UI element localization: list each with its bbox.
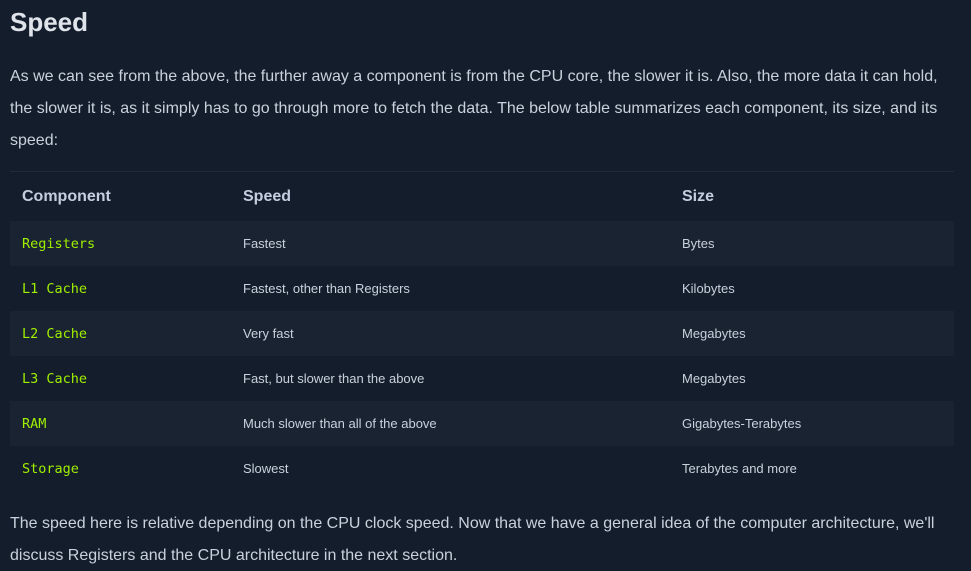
column-header-speed: Speed	[243, 187, 292, 205]
component-cell: Storage	[10, 446, 231, 491]
speed-cell: Much slower than all of the above	[231, 401, 670, 446]
component-speed-table: Component Speed Size Registers Fastest B…	[10, 172, 954, 491]
component-cell: RAM	[10, 401, 231, 446]
speed-cell: Slowest	[231, 446, 670, 491]
table-row: RAM Much slower than all of the above Gi…	[10, 401, 954, 446]
table-row: Registers Fastest Bytes	[10, 221, 954, 266]
outro-paragraph: The speed here is relative depending on …	[10, 515, 935, 564]
table-row: L3 Cache Fast, but slower than the above…	[10, 356, 954, 401]
size-cell: Bytes	[670, 221, 954, 266]
table-row: Storage Slowest Terabytes and more	[10, 446, 954, 491]
table-row: L1 Cache Fastest, other than Registers K…	[10, 266, 954, 311]
size-cell: Megabytes	[670, 356, 954, 401]
component-cell: L1 Cache	[10, 266, 231, 311]
table-row: L2 Cache Very fast Megabytes	[10, 311, 954, 356]
intro-paragraph: As we can see from the above, the furthe…	[10, 68, 938, 149]
column-header-size: Size	[682, 187, 715, 205]
size-cell: Gigabytes-Terabytes	[670, 401, 954, 446]
size-cell: Megabytes	[670, 311, 954, 356]
speed-cell: Fastest	[231, 221, 670, 266]
table-header-row: Component Speed Size	[10, 172, 954, 221]
component-cell: Registers	[10, 221, 231, 266]
section-heading: Speed	[10, 7, 89, 37]
component-cell: L2 Cache	[10, 311, 231, 356]
size-cell: Kilobytes	[670, 266, 954, 311]
speed-cell: Very fast	[231, 311, 670, 356]
speed-cell: Fastest, other than Registers	[231, 266, 670, 311]
speed-cell: Fast, but slower than the above	[231, 356, 670, 401]
column-header-component: Component	[22, 187, 111, 205]
component-cell: L3 Cache	[10, 356, 231, 401]
size-cell: Terabytes and more	[670, 446, 954, 491]
